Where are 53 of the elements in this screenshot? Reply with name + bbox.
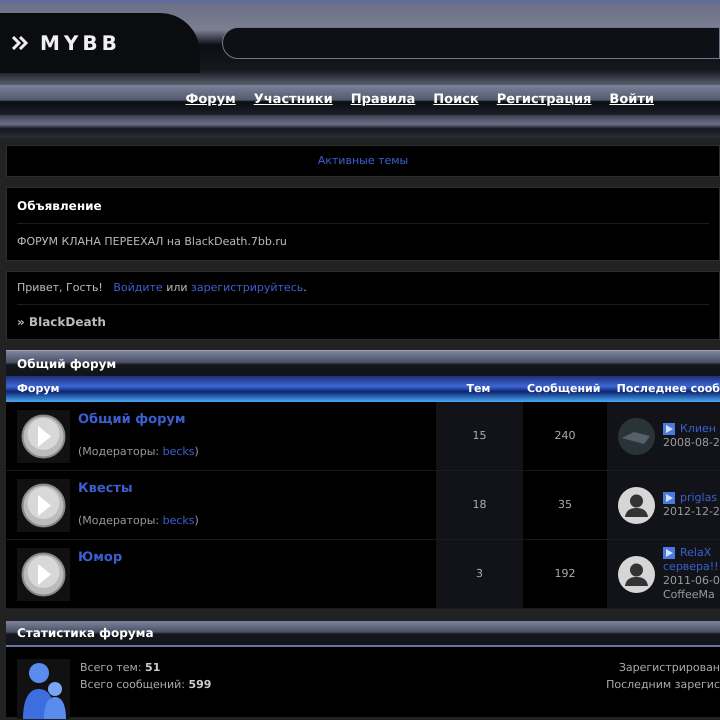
avatar-photo-placeholder	[618, 418, 655, 454]
register-link[interactable]: зарегистрируйтесь	[191, 280, 304, 296]
arrow-icon	[663, 547, 675, 559]
nav-link[interactable]: Поиск	[433, 90, 479, 110]
announcement-text: ФОРУМ КЛАНА ПЕРЕЕХАЛ на BlackDeath.7bb.ru	[17, 234, 288, 250]
forum-link[interactable]: Общий форум	[78, 410, 199, 430]
column-header: Сообщений	[526, 380, 602, 397]
arrow-icon	[663, 423, 675, 435]
last-post-link[interactable]: сервера!!	[663, 560, 719, 574]
nav-link[interactable]: Правила	[350, 90, 416, 110]
moderator-link[interactable]: becks	[162, 444, 195, 458]
moderators-text: (Модераторы: becks)	[78, 512, 199, 528]
moderator-link[interactable]: becks	[162, 514, 195, 526]
nav-link[interactable]: Форум	[185, 90, 236, 110]
forum-play-icon	[17, 479, 70, 532]
forum-play-icon	[17, 410, 70, 463]
forum-link[interactable]: Юмор	[78, 548, 122, 568]
users-icon	[17, 659, 70, 719]
last-post-info: 2011-06-0	[663, 574, 720, 588]
last-post-info: 2012-12-2	[663, 505, 720, 519]
last-post-info: CoffeeMa	[663, 588, 716, 602]
topics-cell: 18	[436, 471, 523, 539]
user-silhouette-icon	[618, 556, 655, 592]
stats-line: Последним зарегис	[606, 677, 720, 693]
last-post-info: 2008-08-2	[663, 436, 720, 450]
column-header: Последнее сооб	[616, 380, 720, 397]
nav-link[interactable]: Войти	[609, 90, 654, 110]
forum-link[interactable]: Квесты	[78, 479, 199, 498]
nav-link[interactable]: Участники	[254, 90, 333, 110]
nav-link[interactable]: Регистрация	[496, 90, 592, 110]
chevrons-icon	[12, 36, 28, 50]
column-header: Форум	[16, 380, 61, 397]
breadcrumb[interactable]: » BlackDeath	[17, 305, 709, 339]
forum-play-icon	[17, 548, 70, 601]
announcement-title: Объявление	[17, 188, 709, 224]
user-silhouette-icon	[618, 486, 655, 524]
login-link[interactable]: Войдите	[113, 280, 163, 296]
stats-line: Всего тем: 51	[80, 660, 162, 676]
stats-header: Статистика форума	[6, 621, 720, 647]
last-post-link[interactable]: RelaX	[680, 546, 712, 560]
welcome-message: Привет, Гость! Войдите или зарегистрируйтесь.	[17, 272, 709, 305]
active-topics-link[interactable]: Активные темы	[318, 152, 408, 170]
stats-line: Всего сообщений: 599	[80, 677, 212, 693]
category-header: Общий форум	[6, 350, 720, 376]
moderators-text: (Модераторы: becks)	[78, 444, 199, 460]
logo[interactable]: MYBB	[0, 12, 200, 72]
last-post-link[interactable]: Клиен	[680, 422, 716, 436]
topics-cell: 3	[436, 540, 523, 608]
topics-cell: 15	[436, 402, 523, 470]
last-post-link[interactable]: priglas	[680, 491, 718, 505]
column-header: Тем	[465, 380, 492, 397]
stats-line: Зарегистрирован	[618, 660, 720, 676]
arrow-icon	[663, 492, 675, 504]
